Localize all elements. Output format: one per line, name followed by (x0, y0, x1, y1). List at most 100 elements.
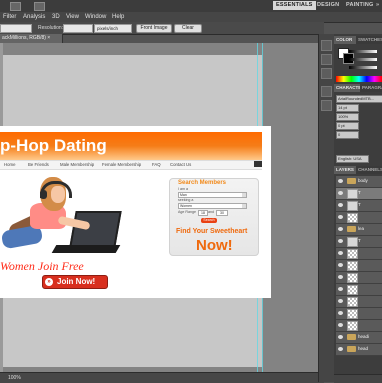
layer-row[interactable] (336, 272, 382, 284)
resolution-unit-select[interactable]: pixels/inch (94, 24, 132, 33)
workspace-painting[interactable]: PAINTING (343, 1, 376, 10)
menu-view[interactable]: View (66, 13, 79, 21)
nav-home: Home (4, 162, 16, 167)
site-title: p-Hop Dating (0, 136, 107, 155)
tab-color[interactable]: COLOR (334, 36, 358, 44)
layer-row[interactable] (336, 248, 382, 260)
height-field[interactable] (0, 24, 32, 33)
language-select[interactable]: English: USA (336, 155, 369, 163)
arrow-icon: » (45, 278, 53, 286)
age-range-label: Age Range (178, 210, 196, 214)
layer-thumbnail (347, 309, 358, 319)
layer-row[interactable]: headi (336, 332, 382, 344)
chevron-down-icon (242, 193, 246, 197)
layer-thumbnail (347, 213, 358, 223)
layer-thumbnail (347, 297, 358, 307)
layer-row[interactable] (336, 260, 382, 272)
arrange-documents-icon[interactable] (34, 2, 45, 11)
layer-row[interactable] (336, 212, 382, 224)
visibility-eye-icon[interactable] (338, 215, 343, 219)
workspace-design[interactable]: DESIGN (314, 1, 342, 10)
layer-row[interactable]: lea (336, 224, 382, 236)
layer-name: lea (358, 226, 365, 231)
zoom-level[interactable]: 100% (8, 375, 21, 381)
front-image-button[interactable]: Front Image (136, 24, 172, 33)
layer-thumbnail (347, 321, 358, 331)
menu-3d[interactable]: 3D (52, 13, 60, 21)
text-layer-icon (347, 237, 358, 247)
color-slider[interactable] (349, 50, 377, 53)
resolution-input[interactable] (63, 24, 93, 33)
text-layer-icon (347, 201, 358, 211)
color-slider[interactable] (349, 66, 377, 69)
age-to-field: 30 (216, 210, 228, 216)
menu-analysis[interactable]: Analysis (23, 13, 45, 21)
visibility-eye-icon[interactable] (338, 239, 343, 243)
visibility-eye-icon[interactable] (338, 323, 343, 327)
chevron-down-icon (242, 204, 246, 208)
visibility-eye-icon[interactable] (338, 203, 343, 207)
layer-name: T (358, 238, 361, 243)
layer-row[interactable]: head (336, 344, 382, 356)
layer-row[interactable] (336, 320, 382, 332)
font-family-select[interactable]: ArialRoundedMTB... (336, 95, 382, 103)
brush-icon[interactable] (321, 54, 332, 65)
visibility-eye-icon[interactable] (338, 275, 343, 279)
layer-name: T (358, 202, 361, 207)
nav-male-membership: Male Membership (60, 162, 95, 167)
tab-layers[interactable]: LAYERS (334, 166, 358, 174)
i-am-label: I am a (178, 187, 188, 191)
site-tagline: Women Join Free (0, 259, 84, 273)
clear-button[interactable]: Clear (174, 24, 202, 33)
tab-swatches[interactable]: SWATCHES (356, 36, 382, 44)
layer-row[interactable]: T (336, 236, 382, 248)
tracking-field[interactable]: 0 (336, 131, 359, 139)
laptop-base-illustration (51, 245, 121, 253)
layer-name: headi (358, 334, 370, 339)
layer-name: body (358, 178, 368, 183)
layer-row[interactable]: T (336, 188, 382, 200)
visibility-eye-icon[interactable] (338, 227, 343, 231)
color-slider[interactable] (349, 58, 377, 61)
nav-female-membership: Female Membership (102, 162, 142, 167)
age-and-label: and (208, 210, 214, 214)
folder-icon (347, 346, 356, 352)
layer-row[interactable] (336, 284, 382, 296)
clone-source-icon[interactable] (321, 68, 332, 79)
visibility-eye-icon[interactable] (338, 287, 343, 291)
visibility-eye-icon[interactable] (338, 335, 343, 339)
tab-channels[interactable]: CHANNELS (356, 166, 382, 174)
layer-row[interactable] (336, 296, 382, 308)
visibility-eye-icon[interactable] (338, 263, 343, 267)
layer-row[interactable] (336, 308, 382, 320)
visibility-eye-icon[interactable] (338, 311, 343, 315)
bridge-icon[interactable] (10, 2, 21, 11)
color-spectrum-bar[interactable] (336, 76, 382, 82)
tab-character[interactable]: CHARACTER (334, 84, 362, 92)
workspace-essentials[interactable]: ESSENTIALS (273, 1, 316, 10)
history-icon[interactable] (321, 40, 332, 51)
workspace-overflow[interactable]: » (373, 1, 382, 10)
visibility-eye-icon[interactable] (338, 347, 343, 351)
kerning-field[interactable]: 0 pt (336, 122, 359, 130)
visibility-eye-icon[interactable] (338, 191, 343, 195)
leading-field[interactable]: 100% (336, 113, 359, 121)
character-icon[interactable] (321, 86, 332, 97)
menu-window[interactable]: Window (85, 13, 106, 21)
visibility-eye-icon[interactable] (338, 251, 343, 255)
document-tab[interactable]: ackMillions, RGB/8) × (0, 34, 63, 43)
join-now-button: » Join Now! (42, 275, 108, 289)
menu-filter[interactable]: Filter (3, 13, 16, 21)
layer-row[interactable]: T (336, 200, 382, 212)
find-sweetheart-heading: Find Your Sweetheart (176, 228, 248, 235)
tab-paragraph[interactable]: PARAGRAPH (360, 84, 382, 92)
nav-contact-us: Contact Us (170, 162, 192, 167)
visibility-eye-icon[interactable] (338, 299, 343, 303)
paragraph-icon[interactable] (321, 100, 332, 111)
font-size-field[interactable]: 14 pt (336, 104, 359, 112)
layer-row[interactable]: body (336, 176, 382, 188)
visibility-eye-icon[interactable] (338, 179, 343, 183)
resolution-label: Resolution: (38, 25, 64, 31)
layer-thumbnail (347, 261, 358, 271)
menu-help[interactable]: Help (112, 13, 124, 21)
